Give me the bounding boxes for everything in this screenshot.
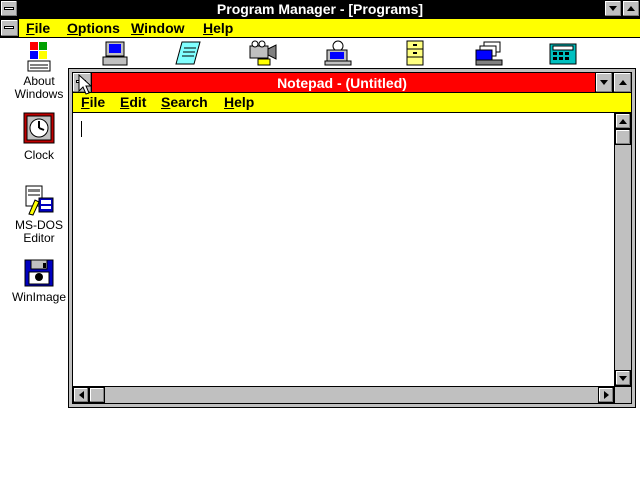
minimize-button[interactable] bbox=[604, 0, 622, 17]
notepad-frame: Notepad - (Untitled) File Edit Search He… bbox=[72, 72, 632, 404]
minimize-icon bbox=[609, 6, 617, 11]
menu-help[interactable]: Help bbox=[203, 20, 233, 37]
program-manager-title: Program Manager - [Programs] bbox=[216, 1, 424, 17]
notepad-menu-edit[interactable]: Edit bbox=[120, 94, 146, 111]
notepad-titlebar[interactable]: Notepad - (Untitled) bbox=[73, 73, 631, 93]
scroll-down-icon bbox=[619, 375, 627, 381]
scroll-left-button[interactable] bbox=[73, 387, 89, 403]
menu-options[interactable]: Options bbox=[67, 20, 120, 37]
scroll-down-button[interactable] bbox=[615, 370, 631, 386]
notepad-text-area[interactable] bbox=[73, 113, 614, 386]
write-icon[interactable] bbox=[172, 40, 202, 66]
scrollbar-corner bbox=[614, 386, 631, 403]
notepad-minimize-button[interactable] bbox=[595, 73, 613, 93]
mouse-pointer-icon bbox=[78, 74, 92, 95]
program-manager-titlebar[interactable]: Program Manager - [Programs] bbox=[0, 0, 640, 19]
document-system-menu-icon bbox=[4, 26, 14, 29]
scroll-right-button[interactable] bbox=[598, 387, 614, 403]
scroll-right-icon bbox=[603, 391, 609, 399]
msdos-editor-icon bbox=[25, 185, 54, 216]
text-caret bbox=[81, 121, 82, 137]
menu-file[interactable]: File bbox=[26, 20, 50, 37]
notepad-window[interactable]: Notepad - (Untitled) File Edit Search He… bbox=[68, 68, 636, 408]
vertical-scrollbar[interactable] bbox=[614, 113, 631, 386]
program-manager-menubar: File Options Window Help bbox=[0, 19, 640, 38]
maximize-icon bbox=[627, 6, 635, 11]
about-windows-desktop-icon[interactable]: About Windows bbox=[10, 40, 68, 101]
maximize-button[interactable] bbox=[622, 0, 640, 17]
file-cabinet-icon[interactable] bbox=[400, 40, 430, 66]
msdos-editor-label-line2: Editor bbox=[23, 231, 55, 245]
notepad-minimize-icon bbox=[600, 80, 608, 85]
document-system-menu-button[interactable] bbox=[0, 19, 19, 37]
scroll-up-button[interactable] bbox=[615, 113, 631, 129]
horizontal-scroll-thumb[interactable] bbox=[89, 387, 105, 403]
msdos-editor-desktop-icon[interactable]: MS-DOS Editor bbox=[10, 184, 68, 245]
notepad-menu-help[interactable]: Help bbox=[224, 94, 254, 111]
notepad-title: Notepad - (Untitled) bbox=[277, 75, 407, 91]
menu-window[interactable]: Window bbox=[131, 20, 185, 37]
pif-editor-icon[interactable] bbox=[323, 40, 353, 66]
horizontal-scrollbar[interactable] bbox=[73, 386, 614, 403]
scroll-up-icon bbox=[619, 118, 627, 124]
windows-logo-icon bbox=[27, 42, 51, 72]
clock-icon bbox=[23, 112, 55, 144]
cardfile-icon[interactable] bbox=[474, 40, 504, 66]
clock-desktop-icon[interactable]: Clock bbox=[10, 112, 68, 162]
notepad-menubar: File Edit Search Help bbox=[73, 93, 631, 113]
notepad-menu-file[interactable]: File bbox=[81, 94, 105, 111]
winimage-desktop-icon[interactable]: WinImage bbox=[10, 258, 68, 304]
calculator-icon[interactable] bbox=[548, 40, 578, 66]
computer-icon[interactable] bbox=[100, 40, 130, 66]
vertical-scroll-thumb[interactable] bbox=[615, 129, 631, 145]
winimage-label: WinImage bbox=[11, 290, 67, 304]
winimage-icon bbox=[24, 259, 54, 287]
media-player-icon[interactable] bbox=[248, 40, 278, 66]
scroll-left-icon bbox=[78, 391, 84, 399]
clock-label: Clock bbox=[23, 148, 54, 162]
notepad-menu-search[interactable]: Search bbox=[161, 94, 208, 111]
notepad-maximize-icon bbox=[618, 80, 627, 85]
notepad-maximize-button[interactable] bbox=[613, 73, 631, 93]
about-windows-label-line2: Windows bbox=[14, 87, 64, 101]
